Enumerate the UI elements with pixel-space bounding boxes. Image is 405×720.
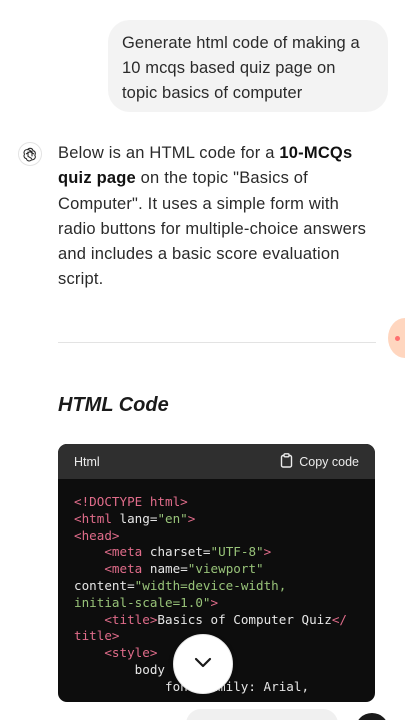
openai-logo-icon	[18, 142, 42, 166]
send-button[interactable]	[355, 713, 389, 720]
copy-code-label: Copy code	[299, 454, 359, 469]
copy-code-button[interactable]: Copy code	[280, 452, 359, 471]
code-block-header: Html Copy code	[58, 444, 375, 479]
user-message-text: Generate html code of making a 10 mcqs b…	[122, 34, 360, 102]
divider	[58, 342, 376, 343]
clipboard-icon	[280, 452, 293, 471]
assistant-message-text: Below is an HTML code for a 10-MCQs quiz…	[58, 141, 378, 293]
code-language-label: Html	[74, 454, 100, 469]
assistant-intro-part-1: Below is an HTML code for a	[58, 144, 280, 162]
floating-side-button[interactable]	[388, 318, 405, 358]
scroll-down-button[interactable]	[173, 634, 233, 694]
user-message-bubble: Generate html code of making a 10 mcqs b…	[108, 20, 388, 112]
section-heading: HTML Code	[58, 394, 169, 416]
chevron-down-icon	[193, 655, 213, 673]
message-input-pill[interactable]	[186, 709, 338, 720]
